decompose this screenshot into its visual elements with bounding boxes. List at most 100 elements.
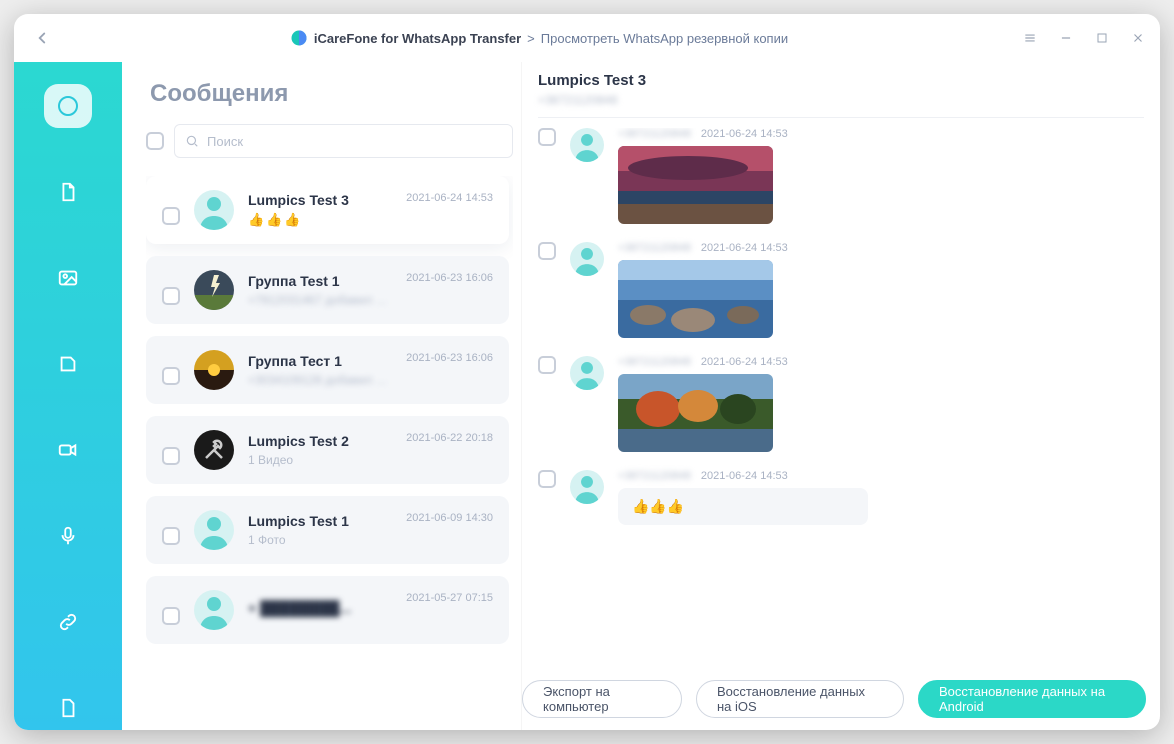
back-button[interactable] <box>28 24 56 52</box>
search-row: Поиск <box>146 124 513 158</box>
close-button[interactable] <box>1130 30 1146 46</box>
chat-checkbox[interactable] <box>162 527 180 545</box>
chat-item[interactable]: Группа Тест 1 +3034109128 добавил +309463… <box>146 336 509 404</box>
chat-time: 2021-06-22 20:18 <box>406 432 493 444</box>
message-item: +387211208482021-06-24 14:53 👍👍👍 <box>538 470 1144 525</box>
sidebar-item-video[interactable] <box>44 428 92 472</box>
breadcrumb-page: Просмотреть WhatsApp резервной копии <box>541 31 788 46</box>
export-button[interactable]: Экспорт на компьютер <box>522 680 682 718</box>
image-attachment[interactable] <box>618 146 773 224</box>
chat-time: 2021-06-23 16:06 <box>406 272 493 284</box>
sidebar-item-photos[interactable] <box>44 256 92 300</box>
sidebar-item-audio[interactable] <box>44 514 92 558</box>
chat-checkbox[interactable] <box>162 367 180 385</box>
message-sender: +38721120848 <box>618 470 691 482</box>
sticker-icon <box>57 353 79 375</box>
chat-name: Lumpics Test 2 <box>248 433 392 449</box>
image-attachment[interactable] <box>618 260 773 338</box>
chat-time: 2021-05-27 07:15 <box>406 592 493 604</box>
chat-name: Lumpics Test 1 <box>248 513 392 529</box>
chat-checkbox[interactable] <box>162 207 180 225</box>
message-checkbox[interactable] <box>538 470 556 488</box>
file-icon <box>57 697 79 719</box>
message-time: 2021-06-24 14:53 <box>701 128 788 140</box>
chat-preview: 1 Фото <box>248 533 392 547</box>
message-item: +38721120848 2021-06-24 14:53 <box>538 128 1144 224</box>
maximize-button[interactable] <box>1094 30 1110 46</box>
sidebar-item-documents[interactable] <box>44 170 92 214</box>
message-bubble: 👍👍👍 <box>618 488 868 525</box>
chat-info: Lumpics Test 3👍👍👍 <box>248 192 392 228</box>
message-time: 2021-06-24 14:53 <box>701 356 788 368</box>
message-checkbox[interactable] <box>538 128 556 146</box>
chat-time: 2021-06-23 16:06 <box>406 352 493 364</box>
logo-icon <box>290 29 308 47</box>
sidebar-item-files[interactable] <box>44 686 92 730</box>
close-icon <box>1131 31 1145 45</box>
chat-info: + ████████... <box>248 600 392 620</box>
sidebar-item-links[interactable] <box>44 600 92 644</box>
sidebar-item-messages[interactable] <box>44 84 92 128</box>
chat-item[interactable]: Lumpics Test 2 1 Видео 2021-06-22 20:18 <box>146 416 509 484</box>
chat-name: Группа Тест 1 <box>248 353 392 369</box>
message-checkbox[interactable] <box>538 356 556 374</box>
search-input[interactable]: Поиск <box>174 124 513 158</box>
document-icon <box>57 181 79 203</box>
avatar <box>570 356 604 390</box>
app-window: iCareFone for WhatsApp Transfer > Просмо… <box>14 14 1160 730</box>
message-meta: +387211208482021-06-24 14:53 <box>618 470 868 482</box>
menu-icon <box>1023 31 1037 45</box>
message-body: +387211208482021-06-24 14:53 👍👍👍 <box>618 470 868 525</box>
chat-preview: 1 Видео <box>248 453 392 467</box>
breadcrumb: iCareFone for WhatsApp Transfer > Просмо… <box>56 29 1022 47</box>
message-time: 2021-06-24 14:53 <box>701 242 788 254</box>
search-placeholder: Поиск <box>207 134 243 149</box>
chat-checkbox[interactable] <box>162 607 180 625</box>
chat-list-panel: Сообщения Поиск Lumpics Test 3👍👍👍2021-06… <box>122 62 522 730</box>
breadcrumb-sep: > <box>527 31 535 46</box>
avatar <box>570 242 604 276</box>
message-body: +38721120848 2021-06-24 14:53 <box>618 128 788 224</box>
chat-checkbox[interactable] <box>162 287 180 305</box>
chat-checkbox[interactable] <box>162 447 180 465</box>
message-item: +387211208482021-06-24 14:53 <box>538 242 1144 338</box>
chat-preview: +7912031467 добавил +30946321716 <box>248 293 392 307</box>
restore-android-button[interactable]: Восстановление данных на Android <box>918 680 1146 718</box>
conversation-name: Lumpics Test 3 <box>538 72 1144 89</box>
minimize-icon <box>1059 31 1073 45</box>
message-sender: +38721120848 <box>618 128 691 140</box>
body: Сообщения Поиск Lumpics Test 3👍👍👍2021-06… <box>14 62 1160 730</box>
chat-info: Lumpics Test 1 1 Фото <box>248 513 392 547</box>
sidebar-item-stickers[interactable] <box>44 342 92 386</box>
action-bar: Экспорт на компьютер Восстановление данн… <box>522 680 1146 718</box>
chat-item[interactable]: + ████████... 2021-05-27 07:15 <box>146 576 509 644</box>
maximize-icon <box>1096 32 1108 44</box>
arrow-left-icon <box>33 29 51 47</box>
conversation-number: +38721120848 <box>538 93 618 107</box>
restore-ios-button[interactable]: Восстановление данных на iOS <box>696 680 904 718</box>
image-icon <box>57 267 79 289</box>
avatar <box>194 510 234 550</box>
avatar <box>194 350 234 390</box>
avatar <box>570 128 604 162</box>
sidebar <box>14 62 122 730</box>
search-icon <box>185 134 199 148</box>
message-list: +38721120848 2021-06-24 14:53 +38721120848… <box>538 128 1144 730</box>
avatar <box>194 590 234 630</box>
chat-item[interactable]: Lumpics Test 3👍👍👍2021-06-24 14:53 <box>146 176 509 244</box>
chat-item[interactable]: Lumpics Test 11 Фото2021-06-09 14:30 <box>146 496 509 564</box>
menu-button[interactable] <box>1022 30 1038 46</box>
message-meta: +387211208482021-06-24 14:53 <box>618 356 788 368</box>
message-meta: +38721120848 2021-06-24 14:53 <box>618 128 788 140</box>
app-name: iCareFone for WhatsApp Transfer <box>314 31 521 46</box>
window-controls <box>1022 30 1146 46</box>
message-checkbox[interactable] <box>538 242 556 260</box>
image-attachment[interactable] <box>618 374 773 452</box>
chat-preview: +3034109128 добавил +30946321716 <box>248 373 392 387</box>
titlebar: iCareFone for WhatsApp Transfer > Просмо… <box>14 14 1160 62</box>
chat-item[interactable]: Группа Test 1+7912031467 добавил +309463… <box>146 256 509 324</box>
minimize-button[interactable] <box>1058 30 1074 46</box>
conversation-panel: Lumpics Test 3 +38721120848 +38721120848… <box>522 62 1160 730</box>
select-all-checkbox[interactable] <box>146 132 164 150</box>
chat-preview: 👍👍👍 <box>248 212 392 228</box>
